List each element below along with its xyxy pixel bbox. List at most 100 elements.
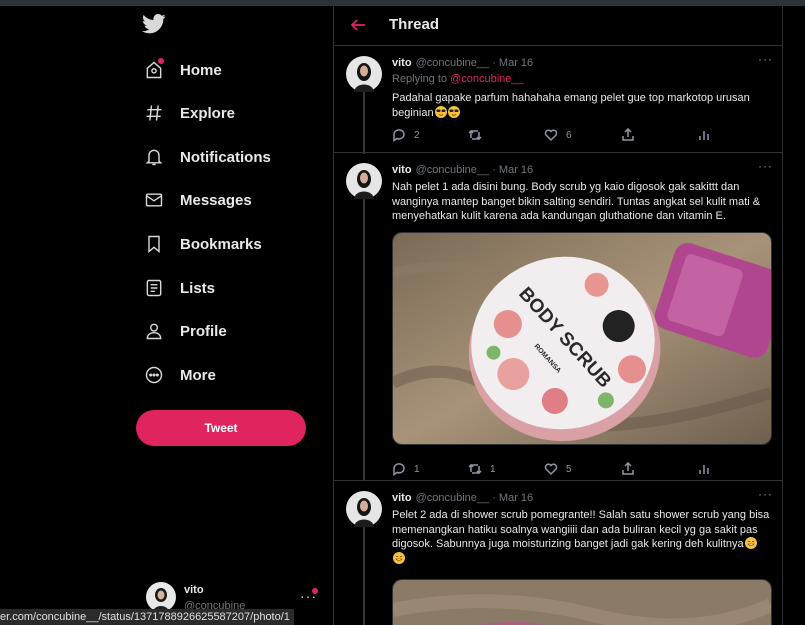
tweet-actions: 1 1 5 bbox=[392, 462, 712, 478]
tweet-text: Pelet 2 ada di shower scrub pomegrante!!… bbox=[392, 508, 772, 566]
tweet-menu-icon[interactable]: ··· bbox=[758, 52, 773, 66]
bookmark-icon bbox=[142, 232, 166, 256]
reply-icon bbox=[393, 463, 405, 476]
tweet-text-content: Pelet 2 ada di shower scrub pomegrante!!… bbox=[392, 509, 770, 550]
page-title: Thread bbox=[389, 16, 440, 33]
nav-bookmarks[interactable]: Bookmarks bbox=[142, 230, 262, 258]
sunglasses-emoji-icon bbox=[447, 105, 460, 118]
analytics-button[interactable] bbox=[697, 128, 711, 142]
share-button[interactable] bbox=[621, 128, 635, 142]
retweet-button[interactable]: 1 bbox=[468, 462, 496, 476]
nav-more-label: More bbox=[180, 366, 216, 384]
tweet-menu-icon[interactable]: ··· bbox=[758, 487, 773, 501]
more-circle-icon bbox=[142, 363, 166, 387]
nav-lists-label: Lists bbox=[180, 279, 216, 297]
reply-button[interactable]: 2 bbox=[392, 128, 420, 142]
nav-profile[interactable]: Profile bbox=[142, 317, 227, 345]
tweet[interactable]: vito @concubine__ · Mar 16 ··· Pelet 2 ad… bbox=[334, 481, 782, 625]
sunglasses-emoji-icon bbox=[434, 105, 447, 118]
replying-to: Replying to @concubine__ bbox=[392, 73, 524, 85]
retweet-button[interactable] bbox=[468, 128, 490, 142]
notification-dot bbox=[158, 58, 164, 64]
tweet-date[interactable]: · Mar 16 bbox=[492, 57, 533, 69]
like-count: 5 bbox=[566, 463, 572, 475]
tweet-meta: vito @concubine__ · Mar 16 bbox=[392, 164, 533, 176]
avatar[interactable] bbox=[346, 56, 382, 92]
nav-home[interactable]: Home bbox=[142, 56, 222, 84]
home-icon bbox=[142, 58, 166, 82]
tweet-author-name[interactable]: vito bbox=[392, 164, 412, 176]
tweet-author-name[interactable]: vito bbox=[392, 57, 412, 69]
tweet-author-name[interactable]: vito bbox=[392, 492, 412, 504]
avatar[interactable] bbox=[346, 491, 382, 527]
envelope-icon bbox=[142, 188, 166, 212]
share-button[interactable] bbox=[621, 462, 635, 476]
tweet[interactable]: vito @concubine__ · Mar 16 ··· Nah pelet … bbox=[334, 153, 782, 480]
nav-notifications-label: Notifications bbox=[180, 148, 271, 166]
avatar[interactable] bbox=[346, 163, 382, 199]
share-icon bbox=[622, 128, 634, 141]
nav-explore-label: Explore bbox=[180, 104, 236, 122]
heart-icon bbox=[544, 463, 558, 476]
body-scrub-photo: BODY SCRUB ROMANSA bbox=[393, 233, 771, 444]
tweet-button[interactable]: Tweet bbox=[136, 410, 306, 446]
reply-icon bbox=[393, 129, 405, 142]
back-arrow-icon[interactable] bbox=[348, 15, 368, 35]
avatar bbox=[146, 582, 176, 612]
nav-lists[interactable]: Lists bbox=[142, 274, 215, 302]
tweet-meta: vito @concubine__ · Mar 16 bbox=[392, 57, 533, 69]
person-icon bbox=[142, 319, 166, 343]
like-count: 6 bbox=[566, 129, 572, 141]
nav-notifications[interactable]: Notifications bbox=[142, 143, 271, 171]
bell-icon bbox=[142, 145, 166, 169]
tweet-text: Padahal gapake parfum hahahaha emang pel… bbox=[392, 91, 772, 120]
tweet[interactable]: vito @concubine__ · Mar 16 ··· Replying t… bbox=[334, 46, 782, 151]
grin-emoji-icon bbox=[744, 537, 757, 549]
like-button[interactable]: 5 bbox=[544, 462, 572, 476]
share-icon bbox=[622, 462, 634, 475]
analytics-button[interactable] bbox=[697, 462, 711, 476]
tweet-menu-icon[interactable]: ··· bbox=[758, 159, 773, 173]
tweet-author-handle: @concubine__ bbox=[415, 492, 490, 504]
nav-messages[interactable]: Messages bbox=[142, 186, 252, 214]
reply-count: 2 bbox=[414, 129, 420, 141]
tweet-actions: 2 6 bbox=[392, 128, 712, 144]
tweet-photo[interactable]: BODY SCRUB ROMANSA bbox=[392, 232, 772, 445]
nav-home-label: Home bbox=[180, 61, 222, 79]
thread-header: Thread bbox=[334, 6, 782, 46]
nav-more[interactable]: More bbox=[142, 361, 216, 389]
tweet-date[interactable]: · Mar 16 bbox=[492, 164, 533, 176]
thread-connector bbox=[363, 92, 365, 154]
hashtag-icon bbox=[142, 101, 166, 125]
account-notification-dot bbox=[312, 588, 318, 594]
tweet-photo[interactable] bbox=[392, 579, 772, 625]
analytics-icon bbox=[699, 465, 709, 474]
tweet-meta: vito @concubine__ · Mar 16 bbox=[392, 492, 533, 504]
reply-button[interactable]: 1 bbox=[392, 462, 420, 476]
nav-profile-label: Profile bbox=[180, 322, 227, 340]
tweet-author-handle: @concubine__ bbox=[415, 164, 490, 176]
retweet-count: 1 bbox=[490, 463, 496, 475]
retweet-icon bbox=[468, 129, 482, 141]
account-name: vito bbox=[184, 584, 204, 596]
nav-explore[interactable]: Explore bbox=[142, 99, 235, 127]
thread-column: Thread vito @concubine__ · Mar 16 ··· Rep… bbox=[333, 6, 783, 625]
like-button[interactable]: 6 bbox=[544, 128, 572, 142]
status-url: er.com/concubine__/status/13717889266255… bbox=[0, 609, 294, 625]
reply-count: 1 bbox=[414, 463, 420, 475]
retweet-icon bbox=[468, 463, 482, 475]
list-icon bbox=[142, 276, 166, 300]
tweet-date[interactable]: · Mar 16 bbox=[492, 492, 533, 504]
thread-connector bbox=[363, 527, 365, 625]
grin-emoji-icon bbox=[393, 551, 405, 564]
shower-scrub-photo bbox=[393, 580, 771, 625]
heart-icon bbox=[544, 129, 558, 142]
replying-to-prefix: Replying to bbox=[392, 73, 451, 85]
analytics-icon bbox=[699, 131, 709, 140]
twitter-logo-icon[interactable] bbox=[142, 14, 166, 36]
tweet-author-handle: @concubine__ bbox=[415, 57, 490, 69]
thread-connector bbox=[363, 199, 365, 481]
replying-to-link[interactable]: @concubine__ bbox=[450, 73, 524, 85]
sidebar: Home Explore Notifications Messages Book… bbox=[0, 6, 333, 625]
nav-messages-label: Messages bbox=[180, 191, 252, 209]
